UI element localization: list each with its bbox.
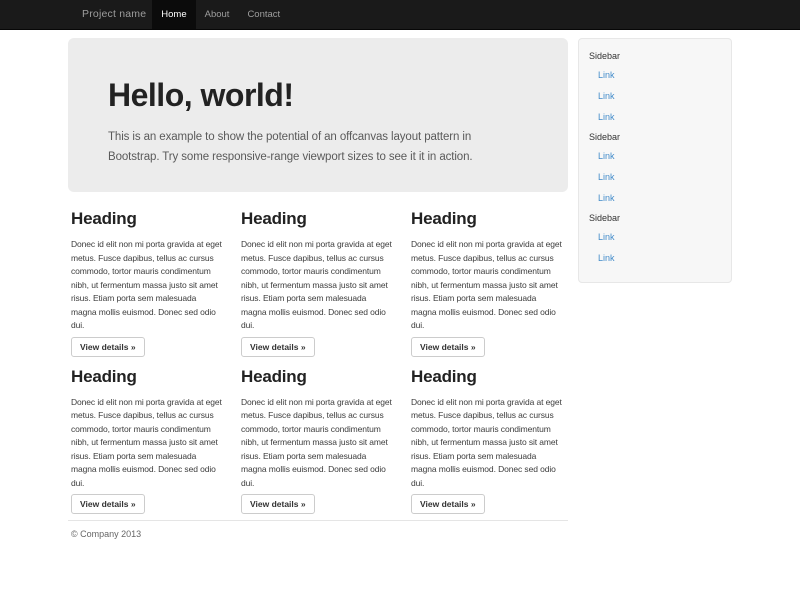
sidebar-link[interactable]: Link	[589, 248, 721, 269]
nav-item-home[interactable]: Home	[152, 0, 195, 29]
sidebar: Sidebar Link Link Link Sidebar Link Link…	[578, 38, 732, 283]
sidebar-link[interactable]: Link	[589, 107, 721, 128]
view-details-button[interactable]: View details »	[411, 494, 485, 514]
card-heading: Heading	[411, 207, 568, 231]
card-body: Donec id elit non mi porta gravida at eg…	[411, 396, 568, 491]
card-heading: Heading	[71, 365, 228, 389]
card: Heading Donec id elit non mi porta gravi…	[238, 365, 398, 515]
navbar-inner: Project name Home About Contact	[68, 0, 732, 29]
view-details-button[interactable]: View details »	[241, 494, 315, 514]
brand-link[interactable]: Project name	[68, 0, 152, 29]
sidebar-group: Sidebar Link Link Link	[589, 47, 721, 128]
page-title: Hello, world!	[108, 78, 528, 113]
card-heading: Heading	[71, 207, 228, 231]
footer-divider	[68, 520, 568, 521]
page-container: Hello, world! This is an example to show…	[68, 30, 732, 539]
sidebar-link[interactable]: Link	[589, 65, 721, 86]
view-details-button[interactable]: View details »	[71, 494, 145, 514]
main-column: Hello, world! This is an example to show…	[68, 30, 568, 539]
card-body: Donec id elit non mi porta gravida at eg…	[241, 238, 398, 333]
footer: © Company 2013	[68, 520, 568, 539]
view-details-button[interactable]: View details »	[411, 337, 485, 357]
card-body: Donec id elit non mi porta gravida at eg…	[71, 396, 228, 491]
card: Heading Donec id elit non mi porta gravi…	[408, 207, 568, 357]
content-grid: Heading Donec id elit non mi porta gravi…	[68, 207, 568, 514]
nav-list: Home About Contact	[152, 0, 289, 29]
card-body: Donec id elit non mi porta gravida at eg…	[241, 396, 398, 491]
card: Heading Donec id elit non mi porta gravi…	[408, 365, 568, 515]
sidebar-link[interactable]: Link	[589, 188, 721, 209]
jumbotron: Hello, world! This is an example to show…	[68, 38, 568, 192]
copyright-text: © Company 2013	[68, 529, 568, 539]
sidebar-link[interactable]: Link	[589, 86, 721, 107]
sidebar-link[interactable]: Link	[589, 227, 721, 248]
card-body: Donec id elit non mi porta gravida at eg…	[411, 238, 568, 333]
sidebar-group-label: Sidebar	[589, 47, 721, 65]
card: Heading Donec id elit non mi porta gravi…	[238, 207, 398, 357]
nav-item-contact[interactable]: Contact	[238, 0, 289, 29]
card-body: Donec id elit non mi porta gravida at eg…	[71, 238, 228, 333]
card: Heading Donec id elit non mi porta gravi…	[68, 207, 228, 357]
sidebar-group: Sidebar Link Link Link	[589, 128, 721, 209]
view-details-button[interactable]: View details »	[71, 337, 145, 357]
sidebar-group-label: Sidebar	[589, 209, 721, 227]
jumbotron-subtitle: This is an example to show the potential…	[108, 127, 528, 167]
sidebar-link[interactable]: Link	[589, 167, 721, 188]
sidebar-group-label: Sidebar	[589, 128, 721, 146]
card-heading: Heading	[241, 207, 398, 231]
sidebar-group: Sidebar Link Link	[589, 209, 721, 269]
card-heading: Heading	[241, 365, 398, 389]
navbar: Project name Home About Contact	[0, 0, 800, 30]
view-details-button[interactable]: View details »	[241, 337, 315, 357]
nav-item-about[interactable]: About	[196, 0, 239, 29]
sidebar-column: Sidebar Link Link Link Sidebar Link Link…	[578, 30, 732, 283]
card: Heading Donec id elit non mi porta gravi…	[68, 365, 228, 515]
card-heading: Heading	[411, 365, 568, 389]
sidebar-link[interactable]: Link	[589, 146, 721, 167]
